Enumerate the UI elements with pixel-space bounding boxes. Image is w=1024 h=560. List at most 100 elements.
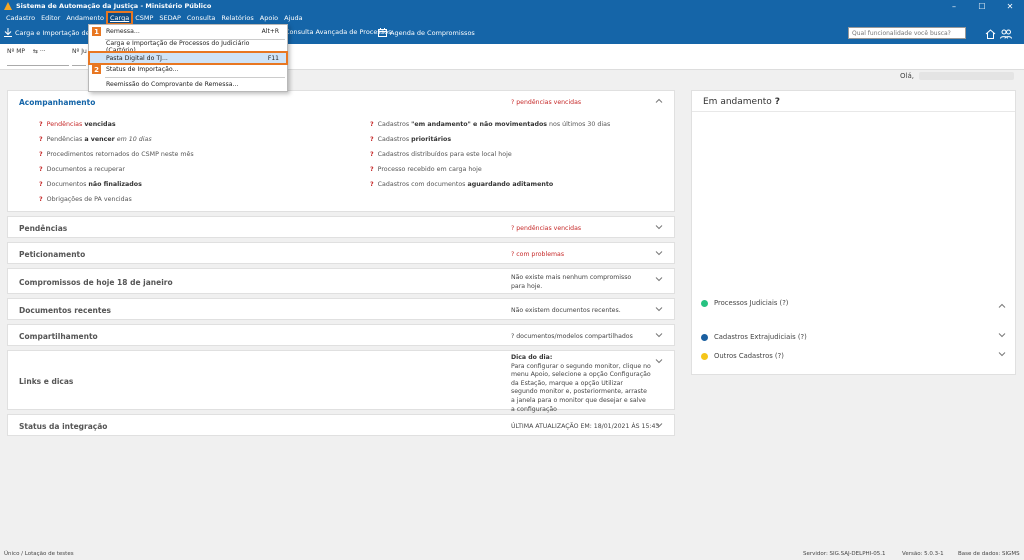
chevron-down-icon[interactable] xyxy=(997,330,1007,340)
swap-icon[interactable]: ⇆ ··· xyxy=(33,48,46,55)
chevron-down-icon[interactable] xyxy=(654,304,664,314)
toolbar-consulta-avancada[interactable]: Consulta Avançada de Processos xyxy=(285,28,392,36)
card-documentos[interactable]: Documentos recentes Não existem document… xyxy=(7,298,675,320)
chevron-up-icon[interactable] xyxy=(654,96,664,106)
nju-label: Nº Ju xyxy=(72,48,87,55)
menu-item-shortcut: F11 xyxy=(267,54,279,62)
greeting-text: Olá, xyxy=(900,72,914,80)
card-compartilhamento-side: ? documentos/modelos compartilhados xyxy=(511,333,633,340)
menu-separator xyxy=(105,77,285,78)
menu-item-label: Remessa... xyxy=(106,28,140,35)
nmp-label: Nº MP xyxy=(7,48,26,55)
chevron-down-icon[interactable] xyxy=(654,222,664,232)
card-acompanhamento: Acompanhamento ? pendências vencidas ? Pe… xyxy=(7,90,675,212)
menu-editor[interactable]: Editor xyxy=(38,12,63,24)
status-version: Versão: 5.0.3-1 xyxy=(902,551,944,557)
toolbar-agenda-label: Agenda de Compromissos xyxy=(390,28,475,37)
chevron-down-icon[interactable] xyxy=(654,248,664,258)
step-badge-2: 2 xyxy=(92,65,101,74)
yellow-dot-icon xyxy=(701,352,708,360)
menu-cadastro[interactable]: Cadastro xyxy=(3,12,38,24)
menu-item-shortcut: Alt+R xyxy=(261,28,279,35)
list-item[interactable]: ? Cadastros com documentos aguardando adi… xyxy=(370,181,553,188)
legend-outros-cadastros[interactable]: Outros Cadastros (?) xyxy=(701,352,784,360)
legend-cadastros-extrajudiciais[interactable]: Cadastros Extrajudiciais (?) xyxy=(701,333,807,341)
divider xyxy=(692,111,1015,112)
status-bar: Único / Lotação de testes Servidor: SIG.… xyxy=(0,550,1024,560)
status-lotacao: Único / Lotação de testes xyxy=(4,551,74,557)
green-dot-icon xyxy=(701,299,708,307)
list-item[interactable]: ? Documentos não finalizados xyxy=(39,181,142,188)
acompanhamento-body: ? Pendências vencidas ? Pendências a vence… xyxy=(8,113,674,211)
menu-carga[interactable]: Carga xyxy=(105,11,134,25)
calendar-icon xyxy=(378,28,387,37)
download-icon xyxy=(4,28,12,37)
menu-item-label: Status de Importação... xyxy=(106,66,179,73)
close-icon[interactable]: ✕ xyxy=(996,0,1024,12)
card-pendencias[interactable]: Pendências ? pendências vencidas xyxy=(7,216,675,238)
blue-dot-icon xyxy=(701,333,708,341)
em-andamento-panel: Em andamento ? Processos Judiciais (?) C… xyxy=(691,90,1016,375)
users-icon[interactable] xyxy=(1000,28,1012,40)
menu-csmp[interactable]: CSMP xyxy=(132,12,156,24)
nju-field[interactable] xyxy=(72,56,86,66)
list-item[interactable]: ? Processo recebido em carga hoje xyxy=(370,166,482,173)
menu-apoio[interactable]: Apoio xyxy=(257,12,281,24)
legend-label: Processos Judiciais (?) xyxy=(714,299,789,307)
menu-ajuda[interactable]: Ajuda xyxy=(281,12,305,24)
legend-processos-judiciais[interactable]: Processos Judiciais (?) xyxy=(701,299,788,307)
card-peticionamento-side: ? com problemas xyxy=(511,251,565,258)
list-item[interactable]: ? Cadastros "em andamento" e não moviment… xyxy=(370,121,610,128)
card-documentos-side: Não existem documentos recentes. xyxy=(511,307,621,314)
app-logo-icon xyxy=(3,1,13,11)
menu-sedap[interactable]: SEDAP xyxy=(156,12,184,24)
card-acompanhamento-side: ? pendências vencidas xyxy=(511,99,582,106)
menu-andamento[interactable]: Andamento xyxy=(63,12,107,24)
menu-consulta[interactable]: Consulta xyxy=(184,12,218,24)
card-compartilhamento[interactable]: Compartilhamento ? documentos/modelos co… xyxy=(7,324,675,346)
chevron-down-icon[interactable] xyxy=(654,420,664,430)
legend-label: Cadastros Extrajudiciais (?) xyxy=(714,333,807,341)
chevron-down-icon[interactable] xyxy=(654,274,664,284)
card-compromissos[interactable]: Compromissos de hoje 18 de janeiro Não e… xyxy=(7,268,675,294)
card-status-integracao[interactable]: Status da integração ÚLTIMA ATUALIZAÇÃO … xyxy=(7,414,675,436)
card-peticionamento[interactable]: Peticionamento ? com problemas xyxy=(7,242,675,264)
step-badge-1: 1 xyxy=(92,27,101,36)
chevron-up-icon[interactable] xyxy=(997,301,1007,311)
menu-item-reemissao[interactable]: Reemissão do Comprovante de Remessa... xyxy=(89,79,287,90)
home-icon[interactable] xyxy=(984,28,996,40)
card-compromissos-side: Não existe mais nenhum compromisso para … xyxy=(511,274,632,290)
menu-item-carga-importacao[interactable]: Carga e Importação de Processos do Judic… xyxy=(89,40,287,54)
maximize-icon[interactable]: ☐ xyxy=(968,0,996,12)
list-item[interactable]: ? Obrigações de PA vencidas xyxy=(39,196,132,203)
list-item[interactable]: ? Procedimentos retornados do CSMP neste … xyxy=(39,151,194,158)
toolbar-agenda[interactable]: Agenda de Compromissos xyxy=(378,28,475,37)
card-links[interactable]: Links e dicas Dica do dia: Para configur… xyxy=(7,350,675,413)
chevron-down-icon[interactable] xyxy=(654,330,664,340)
menu-item-label: Pasta Digital do TJ... xyxy=(106,54,168,62)
status-db: Base de dados: SIGMS xyxy=(958,551,1020,557)
chevron-down-icon[interactable] xyxy=(654,356,664,366)
list-item[interactable]: ? Pendências a vencer em 10 dias xyxy=(39,136,152,143)
minimize-icon[interactable]: – xyxy=(940,0,968,12)
card-links-tip: Dica do dia: Para configurar o segundo m… xyxy=(511,354,651,414)
menu-relatorios[interactable]: Relatórios xyxy=(218,12,256,24)
window-title: Sistema de Automação da Justiça - Minist… xyxy=(16,2,212,10)
toolbar-consulta-label: Consulta Avançada de Processos xyxy=(285,28,392,36)
list-item[interactable]: ? Cadastros prioritários xyxy=(370,136,451,143)
menu-bar: Cadastro Editor Andamento Carga CSMP SED… xyxy=(0,11,1024,25)
chevron-down-icon[interactable] xyxy=(997,349,1007,359)
menu-item-pasta-digital[interactable]: Pasta Digital do TJ... F11 xyxy=(88,51,288,65)
menu-item-remessa[interactable]: Remessa... Alt+R xyxy=(89,26,287,37)
function-search-input[interactable] xyxy=(848,27,966,39)
list-item[interactable]: ? Documentos a recuperar xyxy=(39,166,125,173)
legend-label: Outros Cadastros (?) xyxy=(714,352,784,360)
em-andamento-title: Em andamento ? xyxy=(703,97,780,107)
menu-item-status-importacao[interactable]: Status de Importação... xyxy=(89,64,287,75)
user-name-redacted xyxy=(918,72,1014,80)
tip-title: Dica do dia: xyxy=(511,354,553,361)
left-panel: Acompanhamento ? pendências vencidas ? Pe… xyxy=(7,90,675,440)
nmp-field[interactable] xyxy=(7,56,69,66)
list-item[interactable]: ? Pendências vencidas xyxy=(39,121,116,128)
list-item[interactable]: ? Cadastros distribuídos para este local … xyxy=(370,151,512,158)
